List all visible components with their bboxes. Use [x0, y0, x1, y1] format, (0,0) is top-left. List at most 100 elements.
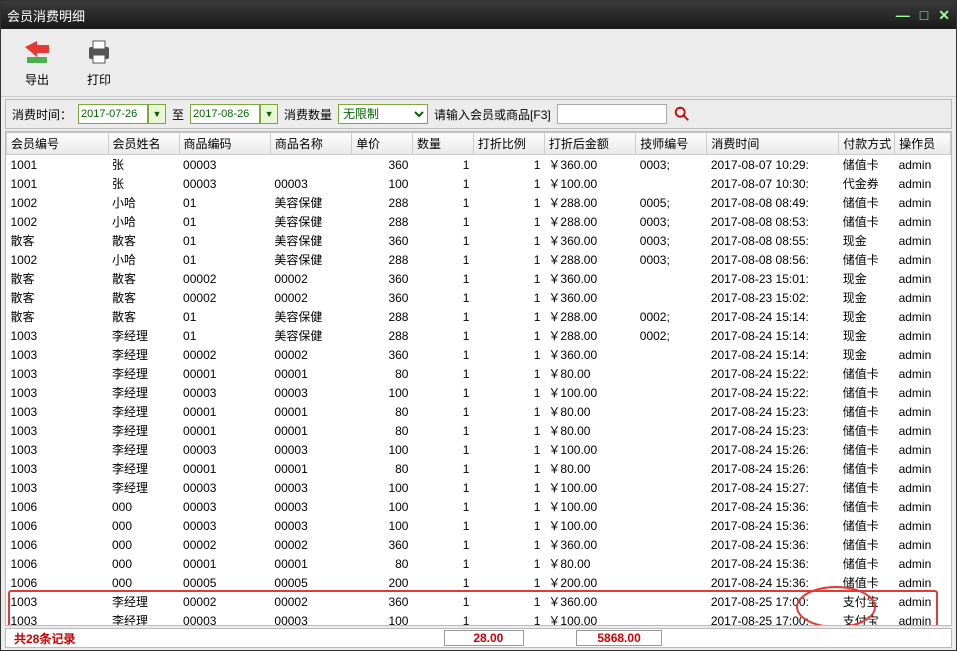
to-label: 至: [172, 106, 184, 123]
table-row[interactable]: 1003李经理01美容保健28811￥288.000002;2017-08-24…: [7, 326, 951, 345]
cell: 1: [412, 573, 473, 592]
cell: 散客: [7, 269, 109, 288]
col-header[interactable]: 技师编号: [636, 133, 707, 155]
col-header[interactable]: 付款方式: [839, 133, 895, 155]
table-scroll[interactable]: 会员编号会员姓名商品编码商品名称单价数量打折比例打折后金额技师编号消费时间付款方…: [6, 132, 951, 625]
cell: ￥100.00: [544, 383, 635, 402]
table-row[interactable]: 1006000000030000310011￥100.002017-08-24 …: [7, 497, 951, 516]
cell: 支付宝: [839, 611, 895, 625]
cell: 1: [473, 174, 544, 193]
cell: admin: [895, 212, 951, 231]
table-row[interactable]: 1006000000030000310011￥100.002017-08-24 …: [7, 516, 951, 535]
table-row[interactable]: 1006000000050000520011￥200.002017-08-24 …: [7, 573, 951, 592]
search-icon[interactable]: [673, 105, 691, 123]
cell: 00002: [270, 288, 351, 307]
cell: 储值卡: [839, 155, 895, 175]
cell: 01: [179, 193, 270, 212]
col-header[interactable]: 操作员: [895, 133, 951, 155]
cell: 1: [473, 554, 544, 573]
cell: 80: [352, 554, 413, 573]
cell: [636, 383, 707, 402]
cell: 美容保健: [270, 326, 351, 345]
cell: 李经理: [108, 478, 179, 497]
cell: admin: [895, 516, 951, 535]
cell: 1: [412, 212, 473, 231]
cell: 2017-08-24 15:23:: [707, 402, 839, 421]
col-header[interactable]: 会员姓名: [108, 133, 179, 155]
date-from-input[interactable]: [78, 104, 148, 124]
col-header[interactable]: 消费时间: [707, 133, 839, 155]
cell: ￥80.00: [544, 364, 635, 383]
maximize-button[interactable]: □: [920, 7, 928, 23]
cell: 储值卡: [839, 573, 895, 592]
col-header[interactable]: 商品编码: [179, 133, 270, 155]
cell: 000: [108, 573, 179, 592]
cell: 1: [412, 497, 473, 516]
window-root: 会员消费明细 — □ ✕ 导出 打印 消费时间： ▼ 至 ▼ 消费数量 无限制: [0, 0, 957, 651]
cell: admin: [895, 345, 951, 364]
toolbar: 导出 打印: [1, 29, 956, 97]
cell: ￥80.00: [544, 459, 635, 478]
cell: 00002: [179, 535, 270, 554]
date-to-input[interactable]: [190, 104, 260, 124]
minimize-button[interactable]: —: [896, 7, 910, 23]
cell: 100: [352, 174, 413, 193]
cell: 200: [352, 573, 413, 592]
table-row[interactable]: 100600000001000018011￥80.002017-08-24 15…: [7, 554, 951, 573]
export-button[interactable]: 导出: [21, 37, 53, 88]
col-header[interactable]: 数量: [412, 133, 473, 155]
table-row[interactable]: 散客散客000020000236011￥360.002017-08-23 15:…: [7, 269, 951, 288]
cell: 100: [352, 440, 413, 459]
table-row[interactable]: 1003李经理00001000018011￥80.002017-08-24 15…: [7, 421, 951, 440]
col-header[interactable]: 单价: [352, 133, 413, 155]
cell: 00001: [179, 421, 270, 440]
table-row[interactable]: 1002小哈01美容保健28811￥288.000003;2017-08-08 …: [7, 212, 951, 231]
table-row[interactable]: 1003李经理000030000310011￥100.002017-08-24 …: [7, 478, 951, 497]
table-row[interactable]: 1002小哈01美容保健28811￥288.000005;2017-08-08 …: [7, 193, 951, 212]
table-row[interactable]: 1003李经理00001000018011￥80.002017-08-24 15…: [7, 402, 951, 421]
print-button[interactable]: 打印: [83, 37, 115, 88]
table-row[interactable]: 散客散客000020000236011￥360.002017-08-23 15:…: [7, 288, 951, 307]
cell: 1: [473, 421, 544, 440]
table-row[interactable]: 1003李经理000030000310011￥100.002017-08-25 …: [7, 611, 951, 625]
table-row[interactable]: 1001张000030000310011￥100.002017-08-07 10…: [7, 174, 951, 193]
table-row[interactable]: 散客散客01美容保健36011￥360.000003;2017-08-08 08…: [7, 231, 951, 250]
table-row[interactable]: 散客散客01美容保健28811￥288.000002;2017-08-24 15…: [7, 307, 951, 326]
table-row[interactable]: 1003李经理000030000310011￥100.002017-08-24 …: [7, 383, 951, 402]
cell: 80: [352, 459, 413, 478]
cell: 00001: [270, 459, 351, 478]
table-row[interactable]: 1003李经理00001000018011￥80.002017-08-24 15…: [7, 459, 951, 478]
date-from-dropdown[interactable]: ▼: [148, 104, 166, 124]
search-input[interactable]: [557, 104, 667, 124]
cell: ￥80.00: [544, 402, 635, 421]
cell: 00002: [270, 345, 351, 364]
table-row[interactable]: 1003李经理000020000236011￥360.002017-08-25 …: [7, 592, 951, 611]
cell: 100: [352, 516, 413, 535]
table-row[interactable]: 1003李经理00001000018011￥80.002017-08-24 15…: [7, 364, 951, 383]
table-row[interactable]: 1001张0000336011￥360.000003;2017-08-07 10…: [7, 155, 951, 175]
cell: 储值卡: [839, 535, 895, 554]
cell: 2017-08-24 15:26:: [707, 440, 839, 459]
col-header[interactable]: 商品名称: [270, 133, 351, 155]
cell: [270, 155, 351, 175]
table-row[interactable]: 1002小哈01美容保健28811￥288.000003;2017-08-08 …: [7, 250, 951, 269]
cell: 00001: [270, 554, 351, 573]
qty-select[interactable]: 无限制: [338, 104, 428, 124]
cell: 000: [108, 535, 179, 554]
col-header[interactable]: 会员编号: [7, 133, 109, 155]
date-to-dropdown[interactable]: ▼: [260, 104, 278, 124]
cell: 美容保健: [270, 212, 351, 231]
col-header[interactable]: 打折比例: [473, 133, 544, 155]
col-header[interactable]: 打折后金额: [544, 133, 635, 155]
print-label: 打印: [87, 71, 111, 88]
cell: 1: [412, 516, 473, 535]
table-row[interactable]: 1003李经理000030000310011￥100.002017-08-24 …: [7, 440, 951, 459]
cell: admin: [895, 269, 951, 288]
cell: 01: [179, 231, 270, 250]
cell: 储值卡: [839, 250, 895, 269]
cell: 1006: [7, 497, 109, 516]
table-row[interactable]: 1003李经理000020000236011￥360.002017-08-24 …: [7, 345, 951, 364]
table-row[interactable]: 1006000000020000236011￥360.002017-08-24 …: [7, 535, 951, 554]
table-container: 会员编号会员姓名商品编码商品名称单价数量打折比例打折后金额技师编号消费时间付款方…: [5, 131, 952, 626]
close-button[interactable]: ✕: [938, 7, 950, 24]
